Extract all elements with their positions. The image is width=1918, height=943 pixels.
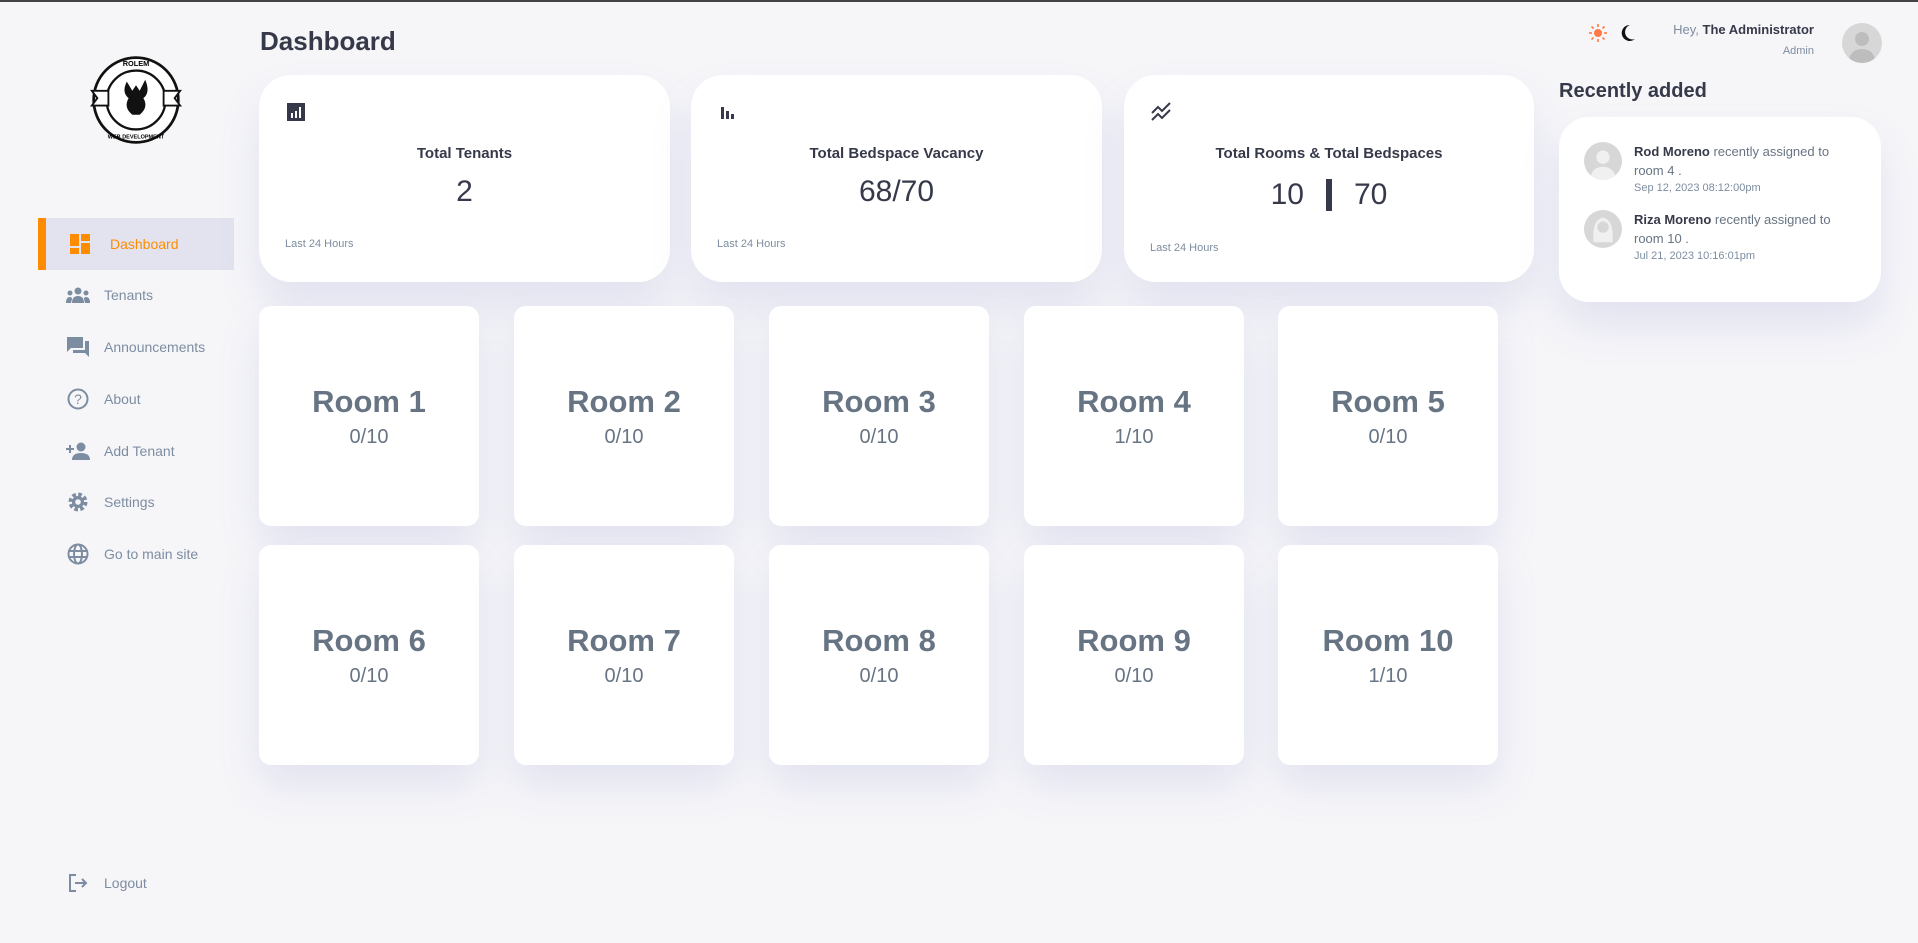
room-occupancy: 0/10 [349, 664, 389, 687]
forum-icon [66, 335, 90, 359]
avatar[interactable] [1842, 23, 1882, 63]
stat-footer: Last 24 Hours [1150, 242, 1219, 254]
page-title: Dashboard [260, 26, 396, 56]
sidebar-item-label: Go to main site [104, 546, 199, 562]
tenant-name: Rod Moreno [1634, 144, 1710, 159]
stat-value: 2 [456, 175, 473, 208]
bedspaces-count: 70 [1354, 178, 1388, 211]
room-name: Room 4 [1077, 383, 1191, 419]
user-greeting: Hey, The Administrator Admin [1673, 22, 1814, 57]
room-name: Room 8 [822, 622, 936, 658]
room-name: Room 1 [312, 383, 426, 419]
room-card[interactable]: Room 7 0/10 [514, 545, 734, 765]
room-card[interactable]: Room 4 1/10 [1024, 306, 1244, 526]
sidebar-item-label: Settings [104, 494, 155, 510]
room-occupancy: 1/10 [1114, 425, 1154, 448]
room-card[interactable]: Room 2 0/10 [514, 306, 734, 526]
room-card[interactable]: Room 5 0/10 [1278, 306, 1498, 526]
gear-icon [66, 490, 90, 514]
sidebar-item-add-tenant[interactable]: Add Tenant [38, 425, 234, 477]
room-card[interactable]: Room 3 0/10 [769, 306, 989, 526]
bar-chart-icon [721, 107, 734, 119]
tenant-name: Riza Moreno [1634, 212, 1712, 227]
avatar [1584, 210, 1622, 248]
room-name: Room 10 [1322, 622, 1454, 658]
divider [1326, 179, 1332, 211]
room-card[interactable]: Room 10 1/10 [1278, 545, 1498, 765]
stacked-line-chart-icon [1151, 102, 1171, 121]
logo: ROLEM WEB DEVELOPMENT [90, 56, 182, 144]
sidebar-item-tenants[interactable]: Tenants [38, 269, 234, 321]
stat-card-rooms-bedspaces: Total Rooms & Total Bedspaces 10 70 Last … [1124, 75, 1534, 282]
room-occupancy: 0/10 [604, 425, 644, 448]
room-occupancy: 0/10 [859, 425, 899, 448]
svg-text:?: ? [74, 391, 82, 407]
stat-footer: Last 24 Hours [285, 238, 354, 250]
stat-value: 10 70 [1124, 178, 1534, 212]
sidebar-item-dashboard[interactable]: Dashboard [38, 218, 234, 270]
room-card[interactable]: Room 8 0/10 [769, 545, 989, 765]
user-name: The Administrator [1702, 22, 1814, 37]
room-card[interactable]: Room 9 0/10 [1024, 545, 1244, 765]
recently-added-title: Recently added [1559, 80, 1707, 102]
avatar [1584, 142, 1622, 180]
greeting-text: Hey, [1673, 22, 1699, 37]
sidebar-item-main-site[interactable]: Go to main site [38, 528, 234, 580]
logout-button[interactable]: Logout [38, 857, 234, 909]
room-occupancy: 1/10 [1368, 664, 1408, 687]
stat-card-total-tenants: Total Tenants 2 Last 24 Hours [259, 75, 670, 282]
stat-footer: Last 24 Hours [717, 238, 786, 250]
sun-icon[interactable] [1589, 24, 1607, 42]
svg-text:WEB DEVELOPMENT: WEB DEVELOPMENT [108, 135, 165, 141]
rooms-count: 10 [1270, 178, 1304, 211]
room-occupancy: 0/10 [1368, 425, 1408, 448]
logout-icon [66, 871, 90, 895]
list-item: Rod Moreno recently assigned to room 4 .… [1584, 142, 1854, 194]
svg-text:ROLEM: ROLEM [123, 59, 150, 68]
sidebar-item-label: Announcements [104, 339, 206, 355]
room-name: Room 5 [1331, 383, 1445, 419]
timestamp: Jul 21, 2023 10:16:01pm [1634, 250, 1756, 262]
recently-added-card: Rod Moreno recently assigned to room 4 .… [1559, 117, 1881, 302]
person-add-icon [66, 439, 90, 463]
room-occupancy: 0/10 [349, 425, 389, 448]
sidebar-item-label: Add Tenant [104, 443, 175, 459]
moon-icon[interactable] [1620, 24, 1636, 42]
dashboard-icon [68, 232, 92, 256]
globe-icon [66, 542, 90, 566]
room-name: Room 6 [312, 622, 426, 658]
stat-label: Total Rooms & Total Bedspaces [1215, 145, 1443, 162]
logout-label: Logout [104, 875, 147, 891]
sidebar-item-label: Tenants [104, 287, 154, 303]
stat-card-bedspace-vacancy: Total Bedspace Vacancy 68/70 Last 24 Hou… [691, 75, 1102, 282]
sidebar-item-settings[interactable]: Settings [38, 476, 234, 528]
sidebar-item-announcements[interactable]: Announcements [38, 321, 234, 373]
help-circle-icon: ? [66, 387, 90, 411]
room-name: Room 9 [1077, 622, 1191, 658]
room-name: Room 2 [567, 383, 681, 419]
room-name: Room 7 [567, 622, 681, 658]
room-occupancy: 0/10 [859, 664, 899, 687]
stat-value: 68/70 [858, 175, 935, 208]
user-role: Admin [1782, 45, 1814, 57]
sidebar-item-label: About [104, 391, 141, 407]
stat-label: Total Bedspace Vacancy [809, 145, 984, 162]
sidebar-item-label: Dashboard [110, 236, 179, 252]
room-card[interactable]: Room 1 0/10 [259, 306, 479, 526]
room-occupancy: 0/10 [604, 664, 644, 687]
analytics-icon [287, 103, 305, 121]
list-item: Riza Moreno recently assigned to room 10… [1584, 210, 1854, 262]
sidebar-item-about[interactable]: ? About [38, 373, 234, 425]
stat-label: Total Tenants [416, 145, 513, 162]
room-occupancy: 0/10 [1114, 664, 1154, 687]
timestamp: Sep 12, 2023 08:12:00pm [1634, 182, 1761, 194]
groups-icon [66, 283, 90, 307]
room-card[interactable]: Room 6 0/10 [259, 545, 479, 765]
room-name: Room 3 [822, 383, 936, 419]
